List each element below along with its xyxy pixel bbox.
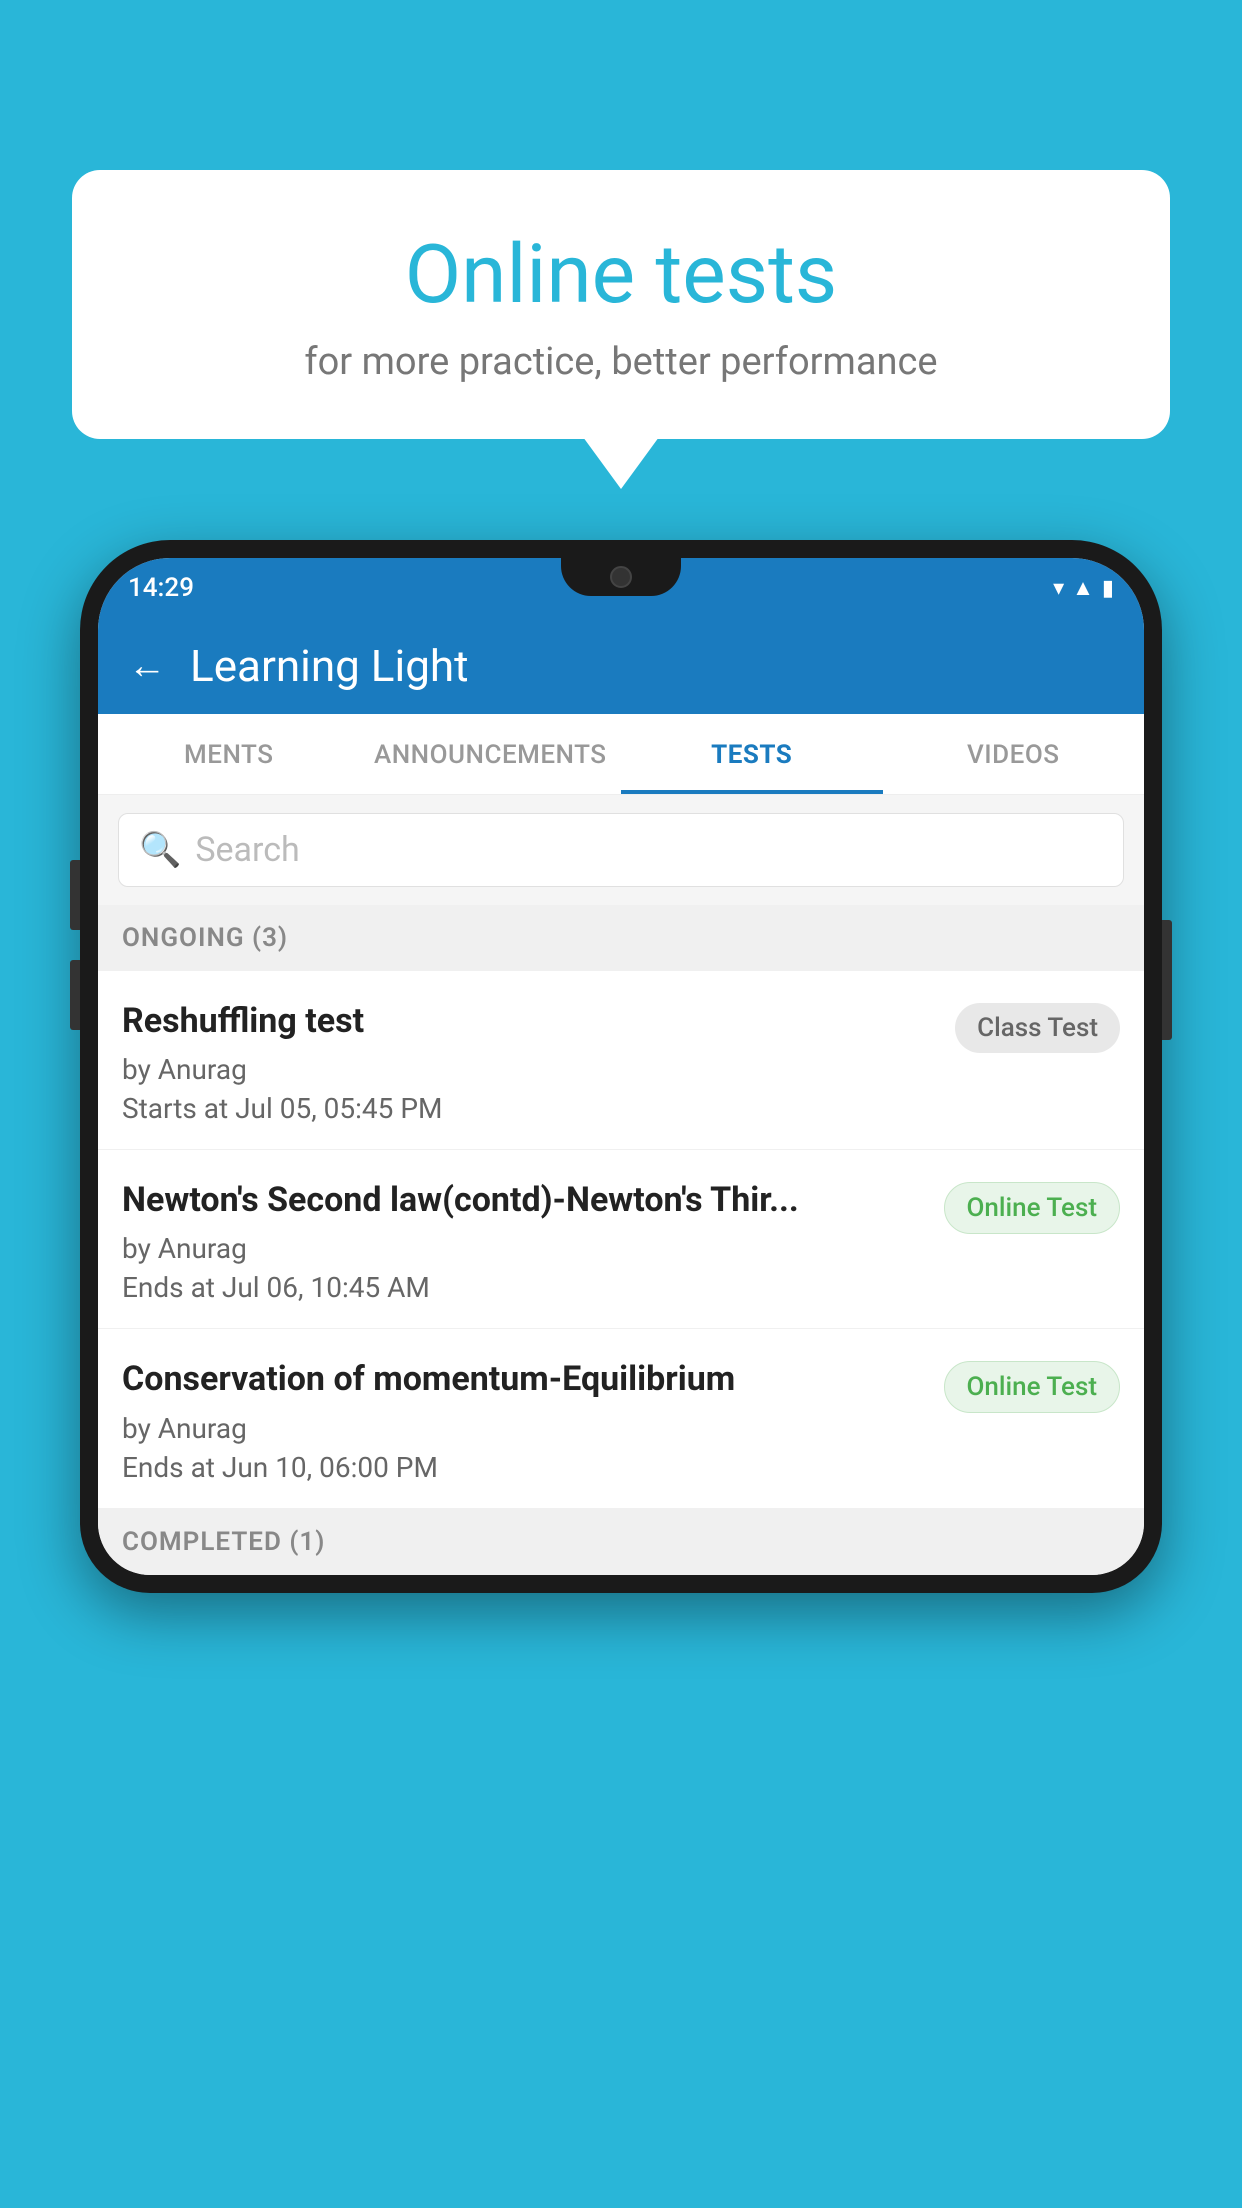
tab-videos[interactable]: VIDEOS xyxy=(883,714,1145,794)
bubble-title: Online tests xyxy=(112,230,1130,320)
ongoing-section-header: ONGOING (3) xyxy=(98,905,1144,971)
completed-section-header: COMPLETED (1) xyxy=(98,1509,1144,1575)
status-time: 14:29 xyxy=(128,573,194,603)
app-header: ← Learning Light xyxy=(98,618,1144,714)
battery-icon: ▮ xyxy=(1102,576,1114,601)
wifi-icon: ▾ xyxy=(1053,576,1064,601)
test-author-reshuffling: by Anurag xyxy=(122,1053,939,1086)
speech-bubble: Online tests for more practice, better p… xyxy=(72,170,1170,439)
back-button[interactable]: ← xyxy=(128,647,166,685)
tab-tests[interactable]: TESTS xyxy=(621,714,883,794)
test-name-conservation: Conservation of momentum-Equilibrium xyxy=(122,1357,928,1401)
test-date-newton: Ends at Jul 06, 10:45 AM xyxy=(122,1271,928,1304)
volume-down-button xyxy=(70,960,80,1030)
tests-list: Reshuffling test by Anurag Starts at Jul… xyxy=(98,971,1144,1509)
phone-mockup: 14:29 ▾ ▲ ▮ ← Learning Light MENTS ANNOU… xyxy=(80,540,1162,2208)
test-name-newton: Newton's Second law(contd)-Newton's Thir… xyxy=(122,1178,928,1222)
test-item-conservation[interactable]: Conservation of momentum-Equilibrium by … xyxy=(98,1329,1144,1508)
tab-ments[interactable]: MENTS xyxy=(98,714,360,794)
app-title: Learning Light xyxy=(190,640,469,692)
test-info-newton: Newton's Second law(contd)-Newton's Thir… xyxy=(122,1178,944,1304)
test-info-conservation: Conservation of momentum-Equilibrium by … xyxy=(122,1357,944,1483)
bubble-subtitle: for more practice, better performance xyxy=(112,340,1130,384)
test-badge-newton: Online Test xyxy=(944,1182,1121,1234)
power-button xyxy=(1162,920,1172,1040)
test-info-reshuffling: Reshuffling test by Anurag Starts at Jul… xyxy=(122,999,955,1125)
test-item-reshuffling[interactable]: Reshuffling test by Anurag Starts at Jul… xyxy=(98,971,1144,1150)
search-container: 🔍 Search xyxy=(98,795,1144,905)
tab-announcements[interactable]: ANNOUNCEMENTS xyxy=(360,714,622,794)
test-item-newton[interactable]: Newton's Second law(contd)-Newton's Thir… xyxy=(98,1150,1144,1329)
status-icons: ▾ ▲ ▮ xyxy=(1053,575,1114,601)
volume-up-button xyxy=(70,860,80,930)
tabs-bar: MENTS ANNOUNCEMENTS TESTS VIDEOS xyxy=(98,714,1144,795)
test-author-conservation: by Anurag xyxy=(122,1412,928,1445)
phone-notch xyxy=(561,558,681,596)
test-badge-conservation: Online Test xyxy=(944,1361,1121,1413)
front-camera xyxy=(610,566,632,588)
search-icon: 🔍 xyxy=(139,830,181,870)
test-name-reshuffling: Reshuffling test xyxy=(122,999,939,1043)
search-input[interactable]: Search xyxy=(195,830,299,870)
test-date-conservation: Ends at Jun 10, 06:00 PM xyxy=(122,1451,928,1484)
test-author-newton: by Anurag xyxy=(122,1232,928,1265)
phone-screen: 14:29 ▾ ▲ ▮ ← Learning Light MENTS ANNOU… xyxy=(98,558,1144,1575)
test-badge-reshuffling: Class Test xyxy=(955,1003,1120,1053)
status-bar: 14:29 ▾ ▲ ▮ xyxy=(98,558,1144,618)
search-bar[interactable]: 🔍 Search xyxy=(118,813,1124,887)
signal-icon: ▲ xyxy=(1072,575,1094,601)
test-date-reshuffling: Starts at Jul 05, 05:45 PM xyxy=(122,1092,939,1125)
